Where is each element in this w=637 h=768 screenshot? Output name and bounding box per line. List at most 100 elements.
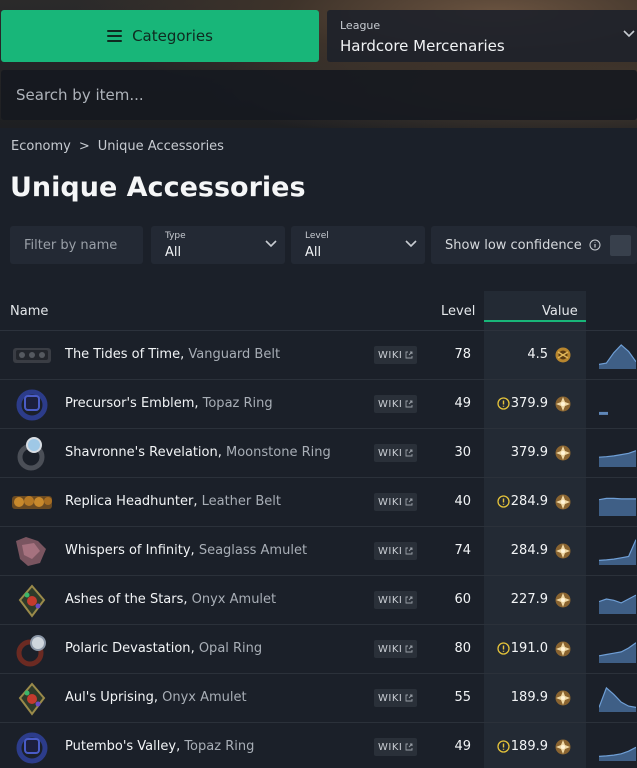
table-row[interactable]: Ashes of the Stars, Onyx Amulet WIKI 60 227… [0,576,637,625]
wiki-link[interactable]: WIKI [374,738,418,756]
item-level: 55 [454,690,471,705]
wiki-label: WIKI [378,496,403,508]
info-icon [589,239,601,251]
table-row[interactable]: Aul's Uprising, Onyx Amulet WIKI 55 189.9 [0,674,637,723]
item-base-type: Onyx Amulet [162,690,247,705]
wiki-label: WIKI [378,398,403,410]
filter-name-placeholder: Filter by name [24,237,118,253]
item-name[interactable]: Polaric Devastation, Opal Ring [65,641,262,656]
item-base-type: Seaglass Amulet [198,543,308,558]
item-level: 60 [454,592,471,607]
price-trend-sparkline [599,450,636,467]
column-level[interactable]: Level [441,304,475,319]
divine-orb-icon [555,494,571,510]
wiki-link[interactable]: WIKI [374,395,418,413]
level-select[interactable]: Level All [291,226,425,264]
chevron-down-icon [405,240,417,248]
type-select[interactable]: Type All [151,226,285,264]
item-level: 78 [454,347,471,362]
chevron-down-icon [265,240,277,248]
table-row[interactable]: Whispers of Infinity, Seaglass Amulet WIK… [0,527,637,576]
item-title: Polaric Devastation [65,641,191,656]
divine-orb-icon [555,543,571,559]
price-trend-sparkline [599,411,608,415]
item-value: 227.9 [510,592,548,607]
table-row[interactable]: Polaric Devastation, Opal Ring WIKI 80 191.… [0,625,637,674]
item-base-type: Moonstone Ring [226,445,331,460]
price-trend-sparkline [599,594,636,614]
item-base-type: Opal Ring [198,641,263,656]
item-base-type: Topaz Ring [202,396,273,411]
external-link-icon [405,743,413,751]
wiki-label: WIKI [378,545,403,557]
item-title: Aul's Uprising [65,690,154,705]
wiki-link[interactable]: WIKI [374,640,418,658]
chevron-down-icon [623,30,635,38]
item-name[interactable]: Replica Headhunter, Leather Belt [65,494,281,509]
divine-orb-icon [555,641,571,657]
table-row[interactable]: Putembo's Valley, Topaz Ring WIKI 49 189.9 [0,723,637,768]
external-link-icon [405,694,413,702]
external-link-icon [405,645,413,653]
value-sort-indicator [484,320,586,322]
wiki-link[interactable]: WIKI [374,689,418,707]
item-title: Shavronne's Revelation [65,445,218,460]
table-row[interactable]: Replica Headhunter, Leather Belt WIKI 40 28… [0,478,637,527]
price-trend-sparkline [599,746,636,761]
item-value: 284.9 [510,543,548,558]
item-title: Putembo's Valley [65,739,177,754]
item-value: 379.9 [510,445,548,460]
item-name[interactable]: Ashes of the Stars, Onyx Amulet [65,592,276,607]
onyx-amulet-icon [18,682,46,716]
wiki-link[interactable]: WIKI [374,346,418,364]
external-link-icon [405,596,413,604]
wiki-link[interactable]: WIKI [374,591,418,609]
item-name[interactable]: Shavronne's Revelation, Moonstone Ring [65,445,331,460]
opal-ring-icon [16,635,46,667]
external-link-icon [405,498,413,506]
divine-orb-icon [555,739,571,755]
wiki-link[interactable]: WIKI [374,542,418,560]
categories-label: Categories [132,27,213,45]
item-name[interactable]: Precursor's Emblem, Topaz Ring [65,396,273,411]
external-link-icon [405,400,413,408]
wiki-label: WIKI [378,643,403,655]
table-row[interactable]: Shavronne's Revelation, Moonstone Ring WI… [0,429,637,478]
search-input[interactable]: Search by item... [1,70,637,120]
wiki-label: WIKI [378,692,403,704]
low-confidence-checkbox[interactable] [610,235,631,256]
wiki-link[interactable]: WIKI [374,493,418,511]
categories-button[interactable]: Categories [1,10,319,62]
low-confidence-toggle[interactable]: Show low confidence [431,226,637,264]
filter-name-input[interactable]: Filter by name [10,226,143,264]
item-base-type: Onyx Amulet [191,592,277,607]
moonstone-ring-icon [17,437,45,471]
item-name[interactable]: Aul's Uprising, Onyx Amulet [65,690,247,705]
column-value[interactable]: Value [542,304,578,319]
page-title: Unique Accessories [10,172,306,203]
table-row[interactable]: Precursor's Emblem, Topaz Ring WIKI 49 379.… [0,380,637,429]
price-trend-sparkline [599,497,636,516]
item-title: Precursor's Emblem [65,396,195,411]
price-trend-sparkline [599,642,636,663]
table-row[interactable]: The Tides of Time, Vanguard Belt WIKI 78 4.… [0,331,637,380]
item-name[interactable]: Whispers of Infinity, Seaglass Amulet [65,543,307,558]
league-label: League [340,19,381,32]
divine-orb-icon [555,592,571,608]
breadcrumb-separator: > [78,139,90,154]
item-name[interactable]: The Tides of Time, Vanguard Belt [65,347,280,362]
breadcrumb-economy[interactable]: Economy [11,139,71,154]
item-value: 379.9 [510,396,548,411]
price-trend-sparkline [599,344,636,369]
item-name[interactable]: Putembo's Valley, Topaz Ring [65,739,254,754]
price-trend-sparkline [599,686,636,712]
item-level: 49 [454,396,471,411]
item-level: 80 [454,641,471,656]
column-name[interactable]: Name [10,304,48,319]
league-select[interactable]: League Hardcore Mercenaries [327,10,637,62]
seaglass-amulet-icon [16,537,46,566]
topaz-ring-icon [16,389,48,421]
item-title: Whispers of Infinity [65,543,191,558]
wiki-link[interactable]: WIKI [374,444,418,462]
sparkline-area [599,498,636,516]
